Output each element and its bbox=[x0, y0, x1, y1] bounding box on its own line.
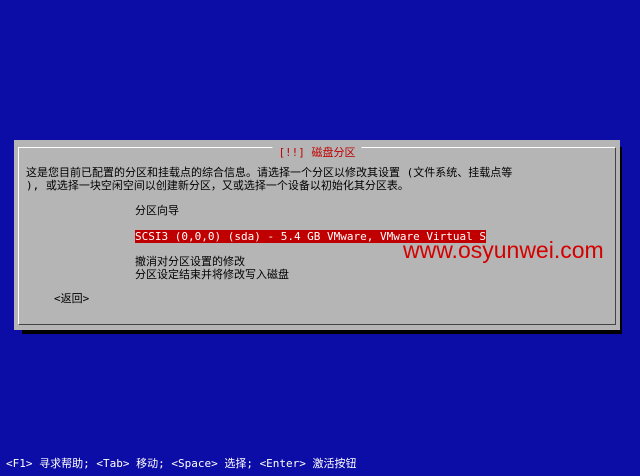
menu-item-undo-changes[interactable]: 撤消对分区设置的修改 bbox=[135, 255, 245, 268]
menu-item-finish-write[interactable]: 分区设定结束并将修改写入磁盘 bbox=[135, 268, 289, 281]
help-bar: <F1> 寻求帮助; <Tab> 移动; <Space> 选择; <Enter>… bbox=[6, 457, 357, 470]
dialog-description: 这是您目前已配置的分区和挂载点的综合信息。请选择一个分区以修改其设置 (文件系统… bbox=[26, 166, 606, 192]
description-line-1: 这是您目前已配置的分区和挂载点的综合信息。请选择一个分区以修改其设置 (文件系统… bbox=[26, 166, 513, 179]
partition-dialog: [!!] 磁盘分区 这是您目前已配置的分区和挂载点的综合信息。请选择一个分区以修… bbox=[14, 140, 620, 330]
description-line-2: ), 或选择一块空闲空间以创建新分区，又或选择一个设备以初始化其分区表。 bbox=[26, 179, 409, 192]
dialog-title: [!!] 磁盘分区 bbox=[272, 146, 362, 160]
watermark-text: www.osyunwei.com bbox=[403, 237, 604, 263]
back-button[interactable]: <返回> bbox=[54, 292, 89, 305]
menu-item-guided-partitioning[interactable]: 分区向导 bbox=[135, 204, 179, 217]
